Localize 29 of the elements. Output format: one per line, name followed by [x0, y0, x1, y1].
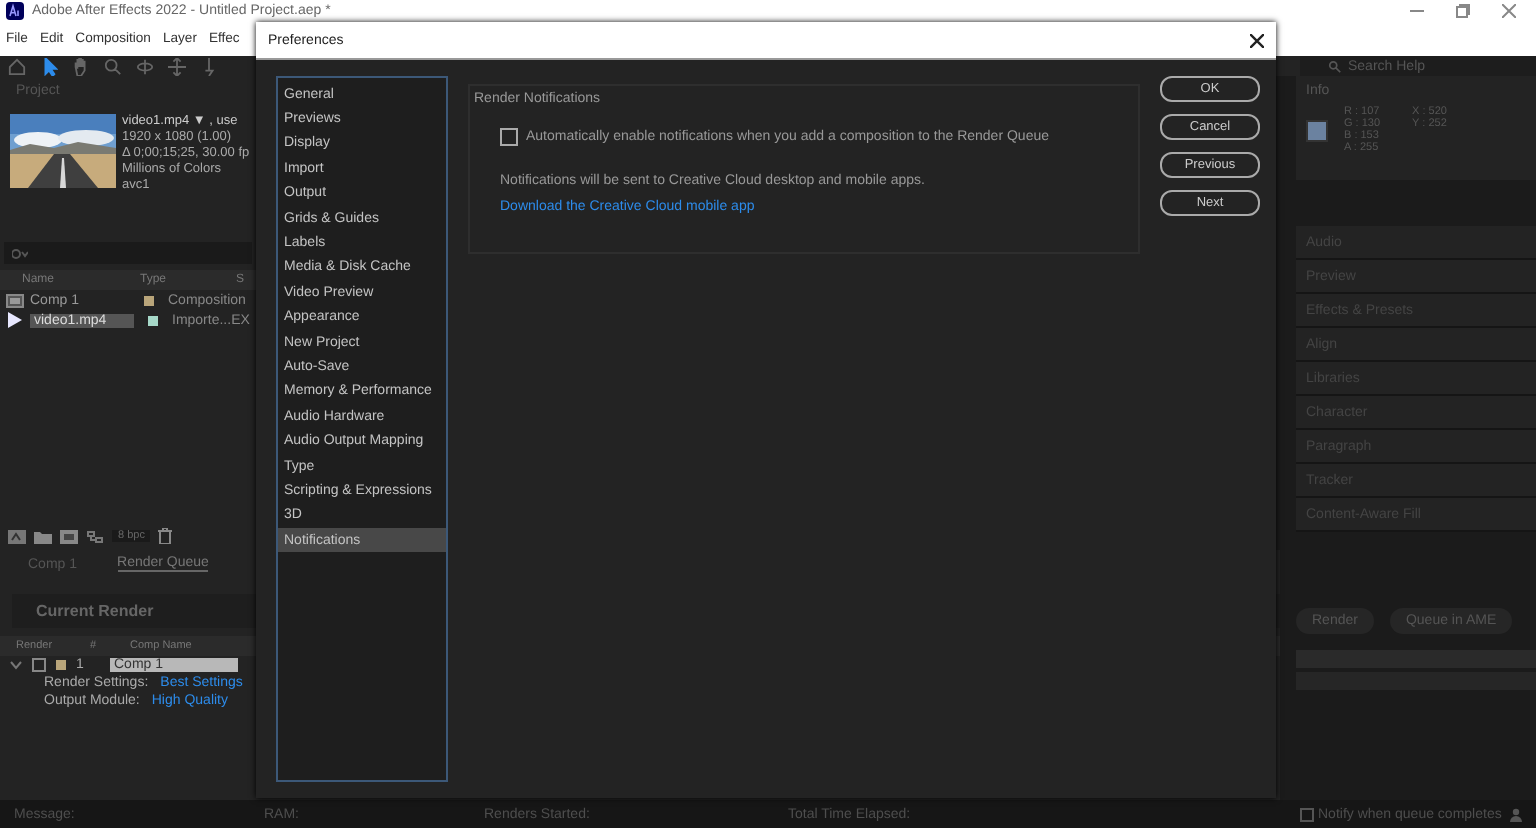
search-icon — [12, 247, 28, 259]
label-color-swatch[interactable] — [148, 315, 158, 325]
app-logo-icon — [6, 2, 24, 20]
zoom-icon[interactable] — [104, 57, 122, 75]
color-swatch — [1306, 119, 1328, 141]
trash-icon[interactable] — [158, 528, 173, 544]
footage-icon — [6, 312, 24, 328]
home-icon[interactable] — [8, 57, 26, 75]
hand-icon[interactable] — [72, 57, 90, 75]
search-field[interactable] — [4, 242, 252, 264]
current-render-label: Current Render — [36, 602, 154, 620]
pointer-icon[interactable] — [40, 57, 58, 75]
minimize-icon[interactable] — [1410, 4, 1424, 18]
restore-icon[interactable] — [1456, 4, 1470, 18]
notify-checkbox[interactable] — [1300, 807, 1314, 821]
orbit-icon[interactable] — [136, 57, 154, 75]
person-icon — [1509, 807, 1524, 821]
move-icon[interactable] — [168, 57, 186, 75]
label-color-swatch[interactable] — [56, 660, 66, 670]
folder-icon[interactable] — [34, 529, 52, 543]
search-icon — [1328, 59, 1342, 73]
label-color-swatch[interactable] — [144, 295, 154, 305]
render-checkbox[interactable] — [32, 658, 46, 672]
composition-icon — [6, 293, 24, 307]
close-icon[interactable] — [1250, 33, 1264, 47]
flowchart-icon[interactable] — [86, 529, 104, 543]
expand-icon[interactable] — [10, 660, 22, 670]
composition-icon[interactable] — [60, 529, 78, 543]
checkbox[interactable] — [500, 128, 518, 146]
